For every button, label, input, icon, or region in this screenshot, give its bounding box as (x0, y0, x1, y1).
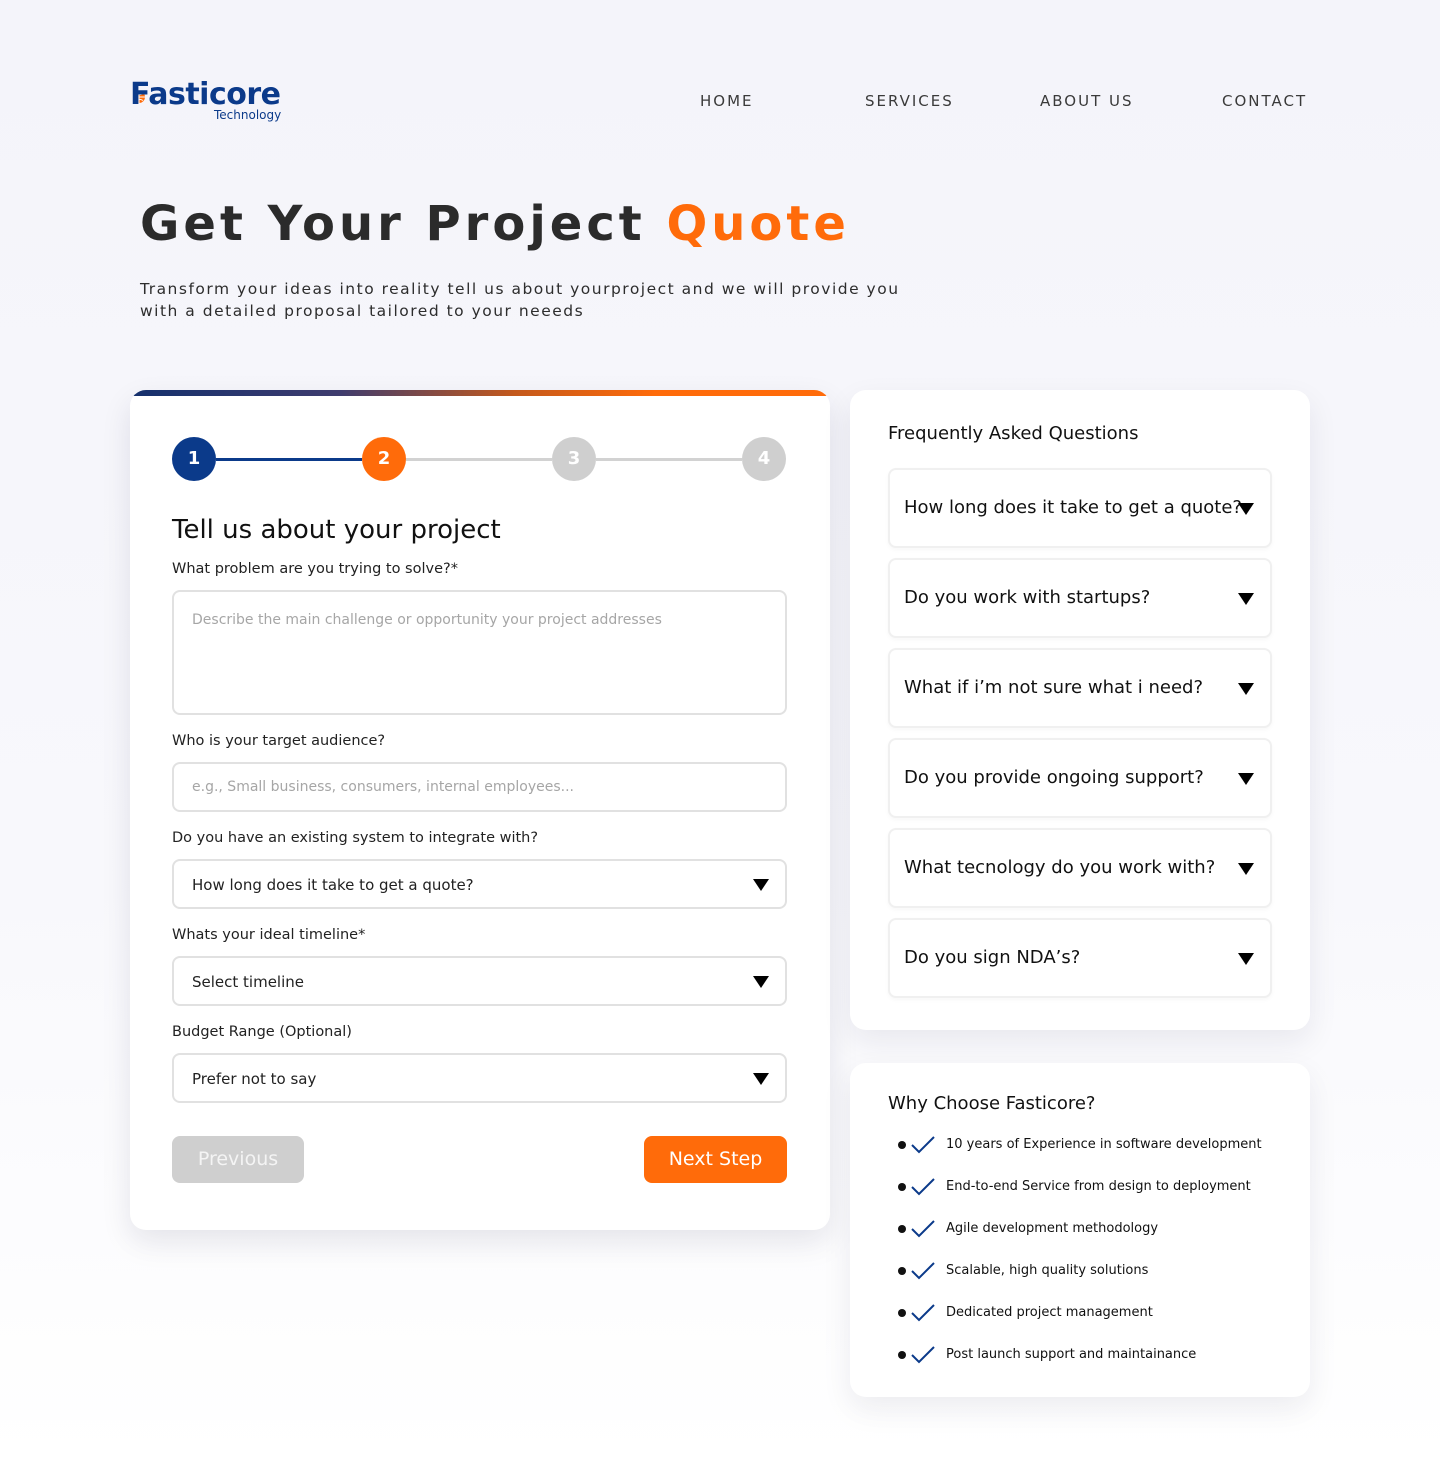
faq-item[interactable]: How long does it take to get a quote? (888, 468, 1272, 548)
faq-card: Frequently Asked Questions How long does… (850, 390, 1310, 1030)
problem-label: What problem are you trying to solve?* (172, 561, 458, 577)
why-item-text: 10 years of Experience in software devel… (946, 1137, 1262, 1152)
faq-question: How long does it take to get a quote? (904, 497, 1242, 518)
check-icon (911, 1304, 935, 1322)
list-item: Agile development methodology (896, 1217, 1296, 1241)
step-connector-1 (216, 458, 362, 461)
why-title: Why Choose Fasticore? (888, 1093, 1096, 1114)
check-icon (911, 1262, 935, 1280)
check-icon (911, 1346, 935, 1364)
timeline-label: Whats your ideal timeline* (172, 927, 366, 943)
caret-down-icon (753, 879, 769, 891)
bullet-icon (898, 1141, 906, 1149)
faq-question: Do you provide ongoing support? (904, 767, 1204, 788)
caret-down-icon (1238, 863, 1254, 875)
existing-system-label: Do you have an existing system to integr… (172, 830, 539, 846)
page-subtitle: Transform your ideas into reality tell u… (140, 278, 940, 322)
budget-label: Budget Range (Optional) (172, 1024, 352, 1040)
quote-form-card: 1 2 3 4 Tell us about your project What … (130, 390, 830, 1230)
faq-item[interactable]: Do you provide ongoing support? (888, 738, 1272, 818)
step-1[interactable]: 1 (172, 437, 216, 481)
nav-services[interactable]: SERVICES (865, 92, 954, 110)
main-nav: HOME SERVICES ABOUT US CONTACT (0, 92, 1440, 112)
faq-question: What if i’m not sure what i need? (904, 677, 1204, 698)
caret-down-icon (1238, 953, 1254, 965)
faq-item[interactable]: What if i’m not sure what i need? (888, 648, 1272, 728)
gradient-top-bar (130, 390, 830, 396)
check-icon (911, 1220, 935, 1238)
page-title-accent: Quote (666, 196, 850, 252)
step-4[interactable]: 4 (742, 437, 786, 481)
bullet-icon (898, 1267, 906, 1275)
next-step-button[interactable]: Next Step (644, 1136, 787, 1183)
caret-down-icon (1238, 773, 1254, 785)
existing-system-select[interactable]: How long does it take to get a quote? (172, 859, 787, 909)
page-subtitle-line2: with a detailed proposal tailored to you… (140, 302, 585, 320)
check-icon (911, 1178, 935, 1196)
nav-contact[interactable]: CONTACT (1222, 92, 1307, 110)
audience-placeholder: e.g., Small business, consumers, interna… (192, 779, 574, 795)
caret-down-icon (1238, 503, 1254, 515)
list-item: Scalable, high quality solutions (896, 1259, 1296, 1283)
timeline-value: Select timeline (192, 973, 305, 991)
problem-textarea[interactable]: Describe the main challenge or opportuni… (172, 590, 787, 715)
audience-input[interactable]: e.g., Small business, consumers, interna… (172, 762, 787, 812)
page-title: Get Your Project Quote (140, 196, 850, 252)
step-connector-3 (596, 458, 742, 461)
list-item: 10 years of Experience in software devel… (896, 1133, 1296, 1157)
step-3[interactable]: 3 (552, 437, 596, 481)
faq-question: Do you sign NDA’s? (904, 947, 1081, 968)
list-item: Post launch support and maintainance (896, 1343, 1296, 1367)
budget-value: Prefer not to say (192, 1070, 317, 1088)
bullet-icon (898, 1225, 906, 1233)
bullet-icon (898, 1309, 906, 1317)
problem-placeholder: Describe the main challenge or opportuni… (192, 612, 662, 628)
caret-down-icon (1238, 683, 1254, 695)
bullet-icon (898, 1183, 906, 1191)
caret-down-icon (753, 976, 769, 988)
budget-select[interactable]: Prefer not to say (172, 1053, 787, 1103)
faq-title: Frequently Asked Questions (888, 423, 1139, 444)
nav-about-us[interactable]: ABOUT US (1040, 92, 1134, 110)
caret-down-icon (1238, 593, 1254, 605)
list-item: End-to-end Service from design to deploy… (896, 1175, 1296, 1199)
why-item-text: Post launch support and maintainance (946, 1347, 1197, 1362)
why-item-text: End-to-end Service from design to deploy… (946, 1179, 1251, 1194)
caret-down-icon (753, 1073, 769, 1085)
timeline-select[interactable]: Select timeline (172, 956, 787, 1006)
page-title-main: Get Your Project (140, 196, 667, 252)
faq-question: Do you work with startups? (904, 587, 1151, 608)
faq-item[interactable]: Do you work with startups? (888, 558, 1272, 638)
form-title: Tell us about your project (172, 515, 501, 545)
audience-label: Who is your target audience? (172, 733, 386, 749)
nav-home[interactable]: HOME (700, 92, 754, 110)
why-item-text: Agile development methodology (946, 1221, 1159, 1236)
faq-item[interactable]: What tecnology do you work with? (888, 828, 1272, 908)
faq-question: What tecnology do you work with? (904, 857, 1216, 878)
step-2[interactable]: 2 (362, 437, 406, 481)
list-item: Dedicated project management (896, 1301, 1296, 1325)
why-choose-card: Why Choose Fasticore? 10 years of Experi… (850, 1063, 1310, 1397)
why-item-text: Scalable, high quality solutions (946, 1263, 1149, 1278)
why-item-text: Dedicated project management (946, 1305, 1153, 1320)
faq-item[interactable]: Do you sign NDA’s? (888, 918, 1272, 998)
step-connector-2 (406, 458, 552, 461)
previous-button[interactable]: Previous (172, 1136, 304, 1183)
existing-system-value: How long does it take to get a quote? (192, 876, 474, 894)
progress-stepper: 1 2 3 4 (172, 437, 788, 483)
check-icon (911, 1136, 935, 1154)
page-subtitle-line1: Transform your ideas into reality tell u… (140, 280, 900, 298)
bullet-icon (898, 1351, 906, 1359)
